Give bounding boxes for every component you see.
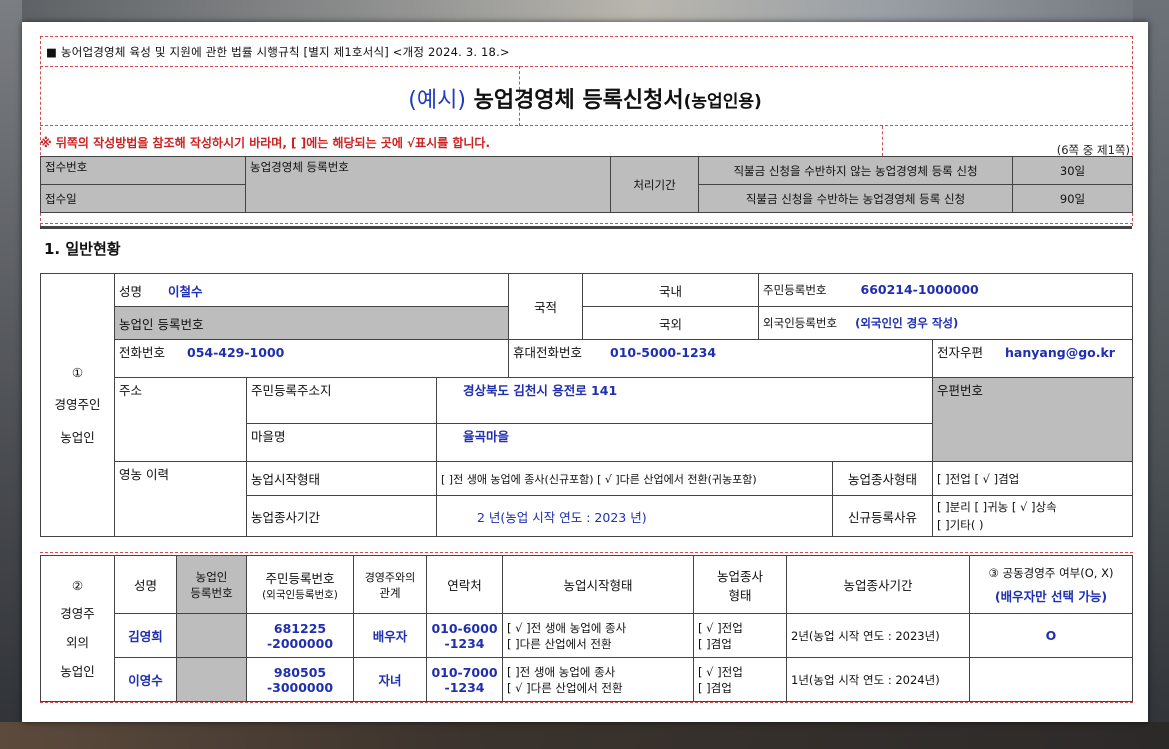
row-joint [969, 657, 1133, 702]
main-farmer-group: ① 경영주인 농업인 [40, 273, 115, 537]
header-relation: 경영주와의 관계 [353, 555, 427, 614]
header-rrn: 주민등록번호 (외국인등록번호) [246, 555, 354, 614]
row-name: 김영희 [114, 613, 177, 658]
receipt-date-label: 접수일 [40, 184, 246, 213]
background-left [0, 0, 22, 749]
zip-code-cell: 우편번호 [932, 377, 1134, 462]
row-contact: 010-6000 -1234 [426, 613, 503, 658]
registration-number-cell: 농업경영체 등록번호 [245, 156, 611, 213]
header-contact: 연락처 [426, 555, 503, 614]
row-rrn: 980505 -3000000 [246, 657, 354, 702]
group-number: ② [71, 577, 84, 593]
email-cell: 전자우편 hanyang@go.kr [932, 339, 1134, 378]
with-subsidy-label: 직불금 신청을 수반하는 농업경영체 등록 신청 [698, 184, 1013, 213]
reg-address-value: 경상북도 김천시 용전로 141 [435, 377, 934, 424]
alien-note: (외국인인 경우 작성) [855, 316, 959, 330]
village-value: 율곡마을 [435, 423, 934, 462]
group-label: 농업인 [60, 429, 95, 445]
phone-cell: 전화번호 054-429-1000 [113, 339, 510, 378]
header-start-type: 농업시작형태 [502, 555, 694, 614]
receipt-table: 접수번호 농업경영체 등록번호 처리기간 직불금 신청을 수반하지 않는 농업경… [40, 156, 1133, 213]
other-farmers-table: ② 경영주 외의 농업인 성명 농업인 등록번호 주민등록번호 (외국인등록번호… [40, 555, 1133, 702]
guide-line [40, 702, 1133, 703]
rrn-value: 660214-1000000 [860, 282, 979, 297]
mobile-cell: 휴대전화번호 010-5000-1234 [508, 339, 934, 378]
row-relation: 배우자 [353, 613, 427, 658]
main-farmer-table: ① 경영주인 농업인 성명 이철수 국적 국내 주민등록번호 660214-10… [40, 273, 1134, 537]
group-label: 경영주 [60, 605, 95, 621]
guide-line [40, 125, 1133, 126]
phone-value: 054-429-1000 [187, 345, 285, 360]
period-label: 농업종사기간 [246, 495, 437, 537]
header-name: 성명 [114, 555, 177, 614]
section-title: 1. 일반현황 [44, 240, 121, 258]
address-label: 주소 [114, 377, 247, 462]
header-joint: ③ 공동경영주 여부(O, X) (배우자만 선택 가능) [969, 555, 1133, 614]
email-value: hanyang@go.kr [1005, 345, 1115, 360]
new-reason-label: 신규등록사유 [832, 495, 934, 537]
receipt-no-label: 접수번호 [40, 156, 246, 185]
mobile-value: 010-5000-1234 [610, 345, 717, 360]
group-label: 농업인 [60, 663, 95, 679]
other-farmers-group: ② 경영주 외의 농업인 [40, 555, 115, 702]
row-rrn: 681225 -2000000 [246, 613, 354, 658]
header-period: 농업종사기간 [786, 555, 970, 614]
guide-line [882, 126, 883, 156]
group-label: 경영주인 [54, 396, 101, 412]
form-title: (예시) 농업경영체 등록신청서(농업인용) [22, 82, 1148, 114]
without-subsidy-days: 30일 [1012, 156, 1133, 185]
group-label: 외의 [65, 634, 89, 650]
title-main: 농업경영체 등록신청서 [473, 88, 684, 113]
name-value: 이철수 [168, 283, 203, 299]
row-start-type: [ √ ]전 생애 농업에 종사 [ ]다른 산업에서 전환 [502, 613, 694, 658]
table-row: 이영수 980505 -3000000 자녀 010-7000 -1234 [ … [41, 657, 1133, 702]
guide-line [40, 66, 1133, 67]
header-engage: 농업종사 형태 [693, 555, 787, 614]
row-engage: [ √ ]전업 [ ]겸업 [693, 657, 787, 702]
row-contact: 010-7000 -1234 [426, 657, 503, 702]
nationality-label: 국적 [508, 273, 584, 340]
engage-type-value: [ ]전업 [ √ ]겸업 [932, 461, 1134, 496]
domestic-label: 국내 [582, 273, 760, 307]
processing-period-label: 처리기간 [610, 156, 699, 213]
row-reg-no [176, 613, 247, 658]
engage-type-label: 농업종사형태 [832, 461, 934, 496]
alien-reg-cell: 외국인등록번호 (외국인인 경우 작성) [758, 306, 1134, 340]
row-name: 이영수 [114, 657, 177, 702]
career-label: 영농 이력 [114, 461, 247, 537]
guide-line [40, 223, 1133, 224]
period-value: 2 년(농업 시작 연도 : 2023 년) [435, 495, 834, 537]
village-label: 마을명 [246, 423, 437, 462]
guide-line [40, 552, 1133, 553]
row-period: 2년(농업 시작 연도 : 2023년) [786, 613, 970, 658]
table-row: 김영희 681225 -2000000 배우자 010-6000 -1234 [… [41, 613, 1133, 658]
legal-basis: ■ 농어업경영체 육성 및 지원에 관한 법률 시행규칙 [별지 제1호서식] … [46, 45, 510, 59]
row-relation: 자녀 [353, 657, 427, 702]
without-subsidy-label: 직불금 신청을 수반하지 않는 농업경영체 등록 신청 [698, 156, 1013, 185]
start-type-label: 농업시작형태 [246, 461, 437, 496]
section-divider [40, 226, 1132, 229]
name-cell: 성명 이철수 [113, 273, 510, 307]
reg-address-label: 주민등록주소지 [246, 377, 437, 424]
group-number: ① [71, 364, 84, 380]
farmer-reg-no-label: 농업인 등록번호 [113, 306, 510, 340]
form-notice: ※ 뒤쪽의 작성방법을 참조해 작성하시기 바라며, [ ]에는 해당되는 곳에… [40, 136, 491, 150]
row-reg-no [176, 657, 247, 702]
header-reg-no: 농업인 등록번호 [176, 555, 247, 614]
new-reason-value: [ ]분리 [ ]귀농 [ √ ]상속 [ ]기타( ) [932, 495, 1134, 537]
background-bottom [0, 722, 1169, 749]
row-period: 1년(농업 시작 연도 : 2024년) [786, 657, 970, 702]
row-start-type: [ ]전 생애 농업에 종사 [ √ ]다른 산업에서 전환 [502, 657, 694, 702]
with-subsidy-days: 90일 [1012, 184, 1133, 213]
form-page: ■ 농어업경영체 육성 및 지원에 관한 법률 시행규칙 [별지 제1호서식] … [22, 22, 1148, 722]
title-sub: (농업인용) [683, 92, 762, 112]
foreign-label: 국외 [582, 306, 760, 340]
row-engage: [ √ ]전업 [ ]겸업 [693, 613, 787, 658]
guide-line [40, 36, 1133, 37]
row-joint: O [969, 613, 1133, 658]
start-type-value: [ ]전 생애 농업에 종사(신규포함) [ √ ]다른 산업에서 전환(귀농포… [435, 461, 834, 496]
rrn-cell: 주민등록번호 660214-1000000 [758, 273, 1134, 307]
title-example: (예시) [408, 88, 466, 113]
